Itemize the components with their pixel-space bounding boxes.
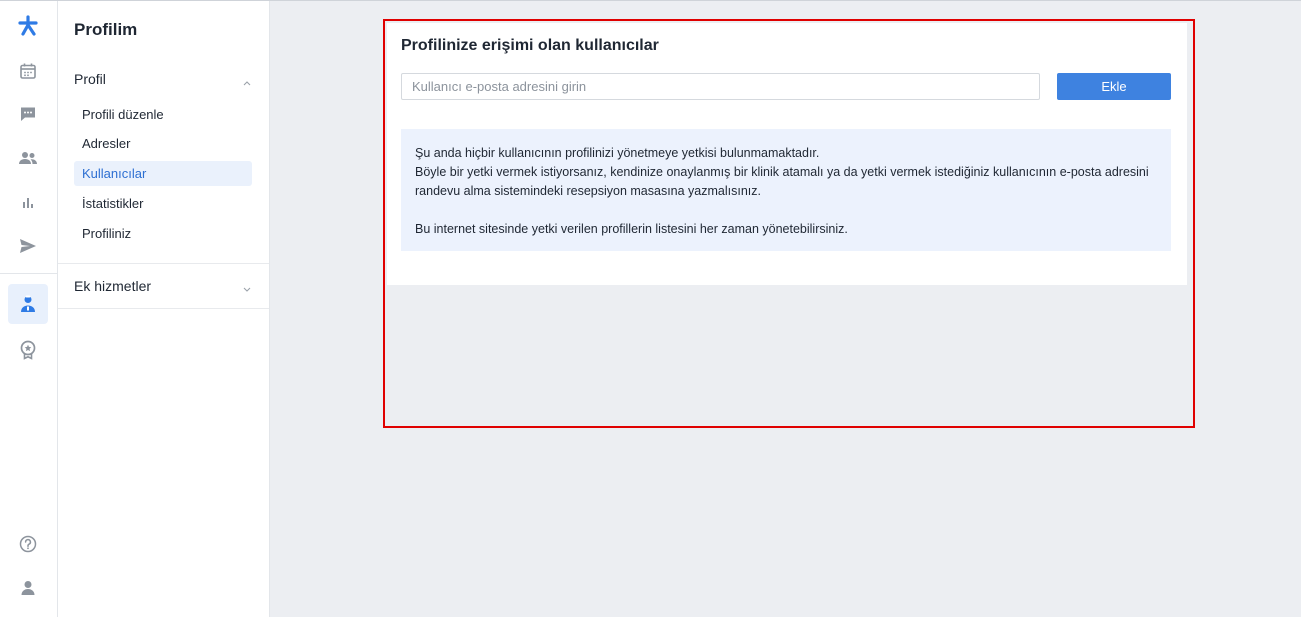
add-user-button[interactable]: Ekle <box>1057 73 1171 100</box>
icon-rail <box>0 1 58 617</box>
calendar-icon[interactable] <box>8 51 48 91</box>
sidebar-section-label: Profil <box>74 71 106 87</box>
info-line-2: Böyle bir yetki vermek istiyorsanız, ken… <box>415 165 1149 198</box>
sidebar-section-profil[interactable]: Profil <box>58 64 269 94</box>
doctor-icon[interactable] <box>8 284 48 324</box>
sidebar: Profilim Profil Profili düzenle Adresler… <box>58 1 270 617</box>
chevron-down-icon <box>243 280 251 298</box>
sidebar-section-label: Ek hizmetler <box>74 278 152 294</box>
sidebar-item-profili-duzenle[interactable]: Profili düzenle <box>74 102 252 127</box>
user-icon[interactable] <box>8 568 48 608</box>
help-icon[interactable] <box>8 524 48 564</box>
sidebar-divider <box>58 308 269 309</box>
chat-icon[interactable] <box>8 94 48 134</box>
stats-icon[interactable] <box>8 182 48 222</box>
email-input[interactable] <box>401 73 1040 100</box>
info-line-1: Şu anda hiçbir kullanıcının profilinizi … <box>415 146 820 160</box>
sidebar-section-ek-hizmetler[interactable]: Ek hizmetler <box>58 271 269 301</box>
chevron-up-icon <box>243 73 251 91</box>
users-icon[interactable] <box>8 138 48 178</box>
sidebar-item-istatistikler[interactable]: İstatistikler <box>74 191 252 216</box>
info-box: Şu anda hiçbir kullanıcının profilinizi … <box>401 129 1171 251</box>
badge-icon[interactable] <box>8 330 48 370</box>
sidebar-item-label: Kullanıcılar <box>82 166 147 181</box>
sidebar-divider <box>58 263 269 264</box>
sidebar-item-profiliniz[interactable]: Profiliniz <box>74 221 252 246</box>
sidebar-item-adresler[interactable]: Adresler <box>74 131 252 156</box>
rail-divider <box>0 273 57 274</box>
sidebar-item-label: Adresler <box>82 136 131 151</box>
sidebar-title: Profilim <box>74 20 138 39</box>
info-text-2: Bu internet sitesinde yetki verilen prof… <box>415 222 848 236</box>
users-card: Profilinize erişimi olan kullanıcılar Ek… <box>387 23 1187 285</box>
info-text: Şu anda hiçbir kullanıcının profilinizi … <box>415 144 1157 201</box>
sidebar-item-label: İstatistikler <box>82 196 144 211</box>
sidebar-item-label: Profiliniz <box>82 226 132 241</box>
sidebar-item-label: Profili düzenle <box>82 107 164 122</box>
sidebar-item-kullanicilar[interactable]: Kullanıcılar <box>74 161 252 186</box>
logo-icon[interactable] <box>8 6 48 46</box>
send-icon[interactable] <box>8 226 48 266</box>
page-title: Profilinize erişimi olan kullanıcılar <box>401 37 659 54</box>
